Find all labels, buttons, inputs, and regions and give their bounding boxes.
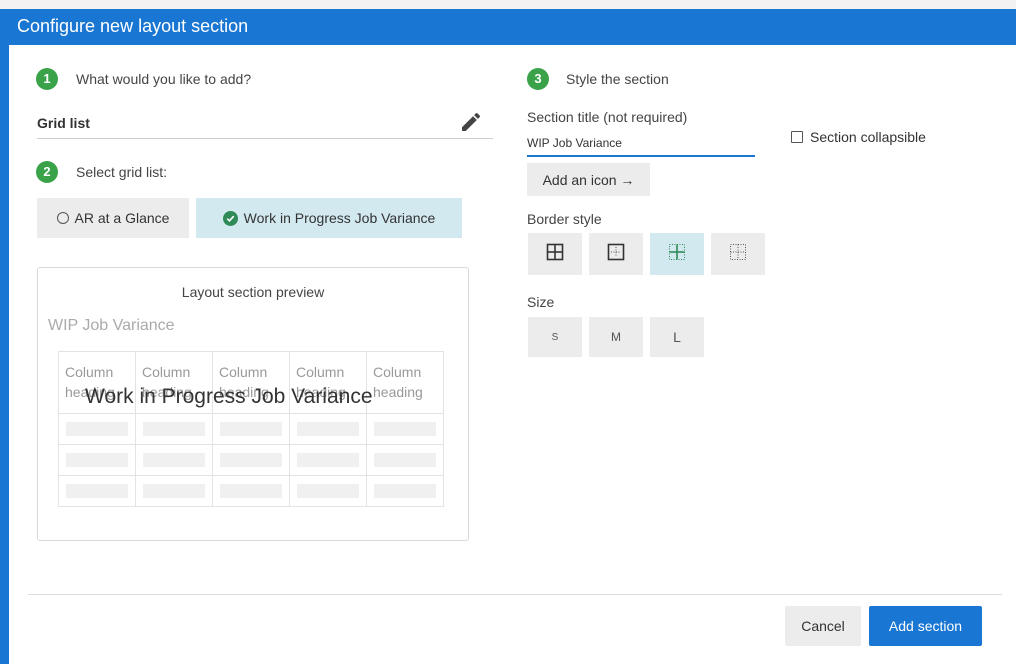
border-style-inner-button[interactable] bbox=[650, 233, 704, 275]
preview-cell bbox=[135, 413, 213, 445]
add-icon-button[interactable]: Add an icon → bbox=[527, 163, 650, 196]
size-l-button[interactable]: L bbox=[650, 317, 704, 357]
preview-cell bbox=[212, 413, 290, 445]
grid-option-label: Work in Progress Job Variance bbox=[243, 210, 436, 226]
preview-title: Layout section preview bbox=[181, 284, 325, 300]
section-title-input[interactable] bbox=[527, 131, 755, 157]
dialog-title: Configure new layout section bbox=[9, 9, 1016, 45]
section-collapsible-checkbox[interactable]: Section collapsible bbox=[791, 129, 926, 145]
preview-cell bbox=[212, 475, 290, 507]
preview-cell bbox=[366, 413, 444, 445]
preview-cell bbox=[289, 475, 367, 507]
section-collapsible-label: Section collapsible bbox=[810, 129, 926, 145]
preview-table: Column heading Column heading Column hea… bbox=[58, 351, 444, 507]
preview-cell bbox=[289, 444, 367, 476]
radio-unchecked-icon bbox=[56, 212, 69, 224]
cancel-button[interactable]: Cancel bbox=[785, 606, 861, 646]
step-3-badge: 3 bbox=[527, 68, 549, 90]
step-1-badge: 1 bbox=[36, 68, 58, 90]
content-type-value: Grid list bbox=[37, 115, 90, 131]
preview-cell bbox=[212, 444, 290, 476]
preview-cell bbox=[289, 413, 367, 445]
preview-cell bbox=[366, 444, 444, 476]
add-section-button[interactable]: Add section bbox=[869, 606, 982, 646]
dotted-grid-icon bbox=[729, 243, 747, 266]
top-strip bbox=[0, 0, 1016, 9]
step-2-label: Select grid list: bbox=[76, 164, 168, 180]
layout-section-preview: Layout section preview WIP Job Variance … bbox=[37, 267, 469, 541]
inner-borders-icon bbox=[668, 243, 686, 266]
step-1-label: What would you like to add? bbox=[76, 71, 252, 87]
all-borders-icon bbox=[546, 243, 564, 266]
border-style-all-button[interactable] bbox=[528, 233, 582, 275]
preview-column-heading: Column heading bbox=[366, 351, 444, 414]
grid-option-wip-job-variance[interactable]: Work in Progress Job Variance bbox=[196, 198, 462, 238]
step-3-label: Style the section bbox=[566, 71, 669, 87]
pencil-icon[interactable] bbox=[459, 110, 483, 134]
preview-cell bbox=[135, 475, 213, 507]
footer-divider bbox=[28, 594, 1002, 595]
preview-cell bbox=[58, 413, 136, 445]
section-title-label: Section title (not required) bbox=[527, 109, 688, 125]
preview-cell bbox=[366, 475, 444, 507]
size-s-button[interactable]: S bbox=[528, 317, 582, 357]
preview-row bbox=[58, 413, 444, 445]
step-2-badge: 2 bbox=[36, 161, 58, 183]
check-circle-icon bbox=[222, 210, 238, 226]
size-label: Size bbox=[527, 294, 555, 310]
outer-dotted-inner-icon bbox=[607, 243, 625, 266]
preview-row bbox=[58, 475, 444, 507]
content-type-underline bbox=[37, 138, 493, 139]
grid-option-label: AR at a Glance bbox=[74, 210, 170, 226]
window-left-edge bbox=[0, 9, 9, 664]
border-style-none-button[interactable] bbox=[711, 233, 765, 275]
preview-grid-name-overlay: Work in Progress Job Variance bbox=[85, 385, 373, 408]
border-style-outer-button[interactable] bbox=[589, 233, 643, 275]
border-style-label: Border style bbox=[527, 211, 602, 227]
preview-cell bbox=[135, 444, 213, 476]
preview-cell bbox=[58, 475, 136, 507]
preview-row bbox=[58, 444, 444, 476]
preview-section-title: WIP Job Variance bbox=[48, 317, 175, 334]
size-m-button[interactable]: M bbox=[589, 317, 643, 357]
preview-cell bbox=[58, 444, 136, 476]
grid-option-ar-at-a-glance[interactable]: AR at a Glance bbox=[37, 198, 189, 238]
checkbox-icon bbox=[791, 131, 803, 143]
configure-section-dialog: Configure new layout section 1 What woul… bbox=[9, 9, 1016, 664]
